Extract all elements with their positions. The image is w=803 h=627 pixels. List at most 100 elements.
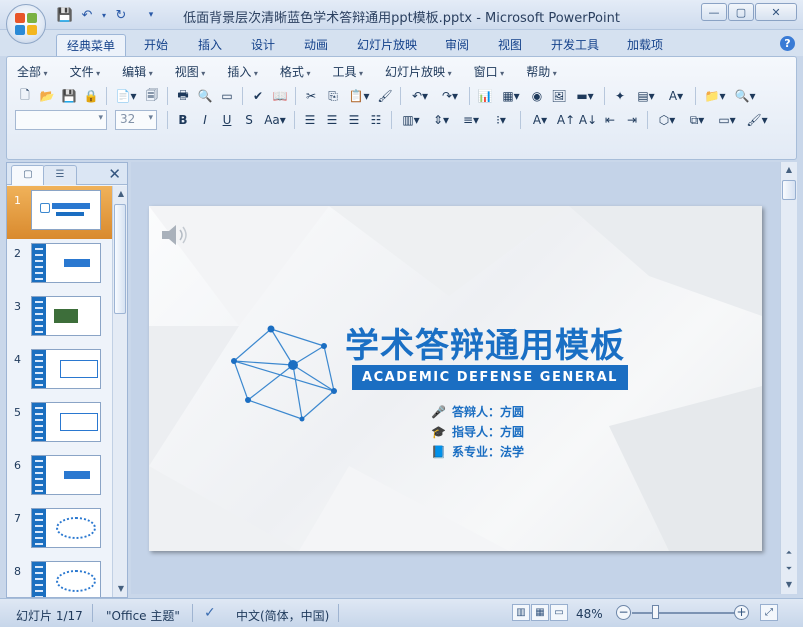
align-center-icon[interactable]: ☰ [322,110,342,130]
page-setup-icon[interactable]: ▭ [217,86,237,106]
bold-icon[interactable]: B [173,110,193,130]
shrink-font-icon[interactable]: A↓ [578,110,598,130]
tab-review[interactable]: 审阅 [435,34,479,56]
tab-developer[interactable]: 开发工具 [541,34,609,56]
slide-subtitle[interactable]: ACADEMIC DEFENSE GENERAL [352,365,628,390]
print-preview-icon[interactable]: 🔍 [195,86,215,106]
scroll-down-arrow[interactable]: ▼ [114,582,128,596]
tab-outline-view[interactable]: ☰ [43,165,77,185]
slide-thumbnail[interactable]: 1 [7,186,113,239]
editor-scroll-thumb[interactable] [782,180,796,200]
open-icon[interactable]: 📂 [37,86,57,106]
undo-icon[interactable]: ↶ [78,6,96,24]
slide-thumbnail[interactable]: 5 [7,398,113,451]
slide-thumbnail[interactable]: 3 [7,292,113,345]
scroll-up-arrow[interactable]: ▲ [114,187,128,201]
undo-icon[interactable]: ↶▾ [406,86,434,106]
close-panel-icon[interactable]: ✕ [108,165,121,183]
insert-chart-icon[interactable]: 📊 [475,86,495,106]
office-button[interactable] [6,4,46,44]
font-name-combo[interactable] [15,110,107,130]
language-indicator[interactable]: 中文(简体，中国) [236,607,329,624]
current-slide[interactable]: 学术答辩通用模板 ACADEMIC DEFENSE GENERAL 🎤 答辩人：… [149,206,762,551]
scroll-down-arrow[interactable]: ▼ [782,578,796,592]
scroll-up-arrow[interactable]: ▲ [782,163,796,177]
menu-file[interactable]: 文件 [70,63,101,81]
text-direction-icon[interactable]: ⇕▾ [427,110,455,130]
shape-fill-icon[interactable]: 🖌▾ [743,110,771,130]
cut-icon[interactable]: ✂ [301,86,321,106]
decrease-indent-icon[interactable]: ⇤ [600,110,620,130]
menu-slideshow[interactable]: 幻灯片放映 [385,63,452,81]
slideshow-view-icon[interactable]: ▭ [550,604,568,621]
insert-table-icon[interactable]: ▦▾ [497,86,525,106]
slide-thumbnail[interactable]: 6 [7,451,113,504]
menu-help[interactable]: 帮助 [526,63,557,81]
underline-icon[interactable]: U [217,110,237,130]
slide-layout-icon[interactable]: ▬▾ [571,86,599,106]
tab-addins[interactable]: 加载项 [617,34,673,56]
font-size-combo[interactable]: 32 [115,110,157,130]
help-icon[interactable]: ? [780,36,795,51]
menu-window[interactable]: 窗口 [474,63,505,81]
slide-title[interactable]: 学术答辩通用模板 [345,318,625,367]
shadow-icon[interactable]: S [239,110,259,130]
next-slide-icon[interactable]: ⏷ [782,562,796,576]
paste-icon[interactable]: 📋▾ [345,86,373,106]
menu-tools[interactable]: 工具 [332,63,363,81]
numbering-icon[interactable]: ≡▾ [457,110,485,130]
minimize-button[interactable]: — [701,3,727,21]
zoom-level[interactable]: 48% [576,607,603,621]
undo-dropdown-icon[interactable]: ▾ [100,6,108,24]
permission-icon[interactable]: 🔒 [81,86,101,106]
increase-indent-icon[interactable]: ⇥ [622,110,642,130]
menu-edit[interactable]: 编辑 [122,63,153,81]
save-icon[interactable]: 💾 [56,6,74,24]
zoom-out-icon[interactable]: − [616,605,631,620]
advisor-line[interactable]: 🎓 指导人：方圆 [431,423,524,440]
font-color-icon[interactable]: A▾ [526,110,554,130]
insert-clipart-icon[interactable]: ◉ [527,86,547,106]
slide-thumbnail[interactable]: 8 [7,557,113,597]
format-painter-icon[interactable]: 🖌 [375,86,395,106]
quick-styles-icon[interactable]: ▭▾ [713,110,741,130]
print-icon[interactable]: 🖶 [173,86,193,106]
publish-icon[interactable]: 🗐 [142,86,162,106]
justify-icon[interactable]: ☷ [366,110,386,130]
normal-view-icon[interactable]: ▥ [512,604,530,621]
panel-scrollbar[interactable]: ▲ ▼ [112,186,127,597]
speaker-icon[interactable] [159,222,191,251]
layout-dropdown-icon[interactable]: ▤▾ [632,86,660,106]
presenter-line[interactable]: 🎤 答辩人：方圆 [431,403,524,420]
menu-view[interactable]: 视图 [175,63,206,81]
shapes-icon[interactable]: ⬡▾ [653,110,681,130]
find-icon[interactable]: 🔍▾ [731,86,759,106]
new-icon[interactable]: 🗋 [15,86,35,106]
insert-picture-icon[interactable]: 🖼 [549,86,569,106]
copy-icon[interactable]: ⎘ [323,86,343,106]
menu-format[interactable]: 格式 [280,63,311,81]
align-left-icon[interactable]: ☰ [300,110,320,130]
fit-to-window-icon[interactable]: ⤢ [760,604,778,621]
grow-font-icon[interactable]: A↑ [556,110,576,130]
columns-icon[interactable]: ▥▾ [397,110,425,130]
slide-thumbnail[interactable]: 7 [7,504,113,557]
redo-icon[interactable]: ↻ [112,6,130,24]
menu-insert[interactable]: 插入 [227,63,258,81]
export-pdf-icon[interactable]: 📄▾ [112,86,140,106]
slide-thumbnail[interactable]: 2 [7,239,113,292]
slide-thumbnail[interactable]: 4 [7,345,113,398]
zoom-in-icon[interactable]: + [734,605,749,620]
zoom-slider-thumb[interactable] [652,605,659,619]
close-button[interactable]: ✕ [755,3,797,21]
customize-qat-icon[interactable]: ▾ [142,6,160,24]
research-icon[interactable]: 📖 [270,86,290,106]
textbox-icon[interactable]: A▾ [662,86,690,106]
arrange-icon[interactable]: ⧉▾ [683,110,711,130]
restore-button[interactable]: ▢ [728,3,754,21]
spelling-icon[interactable]: ✔ [248,86,268,106]
zoom-slider-track[interactable] [632,612,736,614]
save-icon[interactable]: 💾 [59,86,79,106]
italic-icon[interactable]: I [195,110,215,130]
major-line[interactable]: 📘 系专业：法学 [431,443,524,460]
